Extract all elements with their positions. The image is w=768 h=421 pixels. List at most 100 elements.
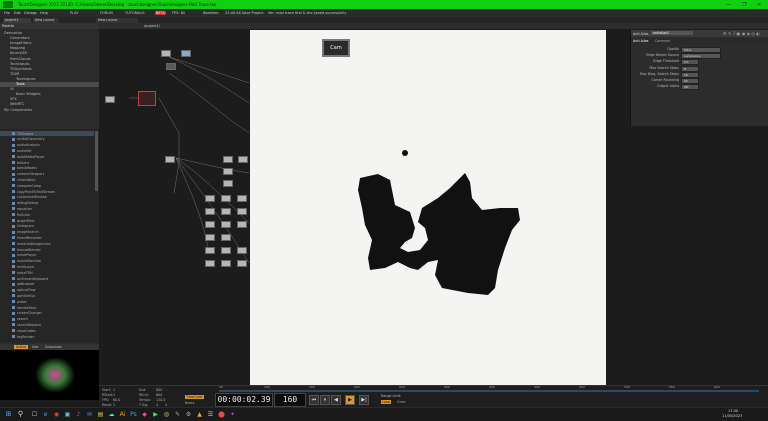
param-op-name[interactable]: antialias1 [651,31,693,35]
op-node[interactable] [223,168,233,175]
op-node[interactable] [238,156,248,163]
beats-toggle[interactable]: Beats [185,401,194,405]
op-list-item[interactable]: particleSys [0,293,94,298]
op-list-item[interactable]: opticalFlow [0,288,94,293]
op-list-item[interactable]: screenChanger [0,311,94,316]
op-node[interactable] [166,63,176,70]
op-list-item[interactable]: remoteFace [0,305,94,310]
param-value-field[interactable]: Luminance [681,53,721,60]
op-node[interactable] [205,195,215,202]
timecode-mode-toggle[interactable]: TimeCode [185,395,204,399]
op-list-item[interactable]: opBrowser [0,282,94,287]
param-tab-common[interactable]: Common [655,39,670,43]
op-list-item[interactable]: cameraViewport [0,172,94,177]
op-list-item[interactable]: debugDebug [0,201,94,206]
op-node[interactable] [205,208,215,215]
op-node[interactable] [237,247,247,254]
menu-beta[interactable]: BETA [155,11,166,15]
op-list-item[interactable]: arcBallGeometry [0,137,94,142]
taskbar-app-icon[interactable]: ♪ [74,410,83,419]
network-path[interactable]: /project1/ [144,24,160,28]
param-tab-antialias[interactable]: Anti Alias [633,39,648,43]
op-list-item[interactable]: tagRender [0,334,94,339]
op-list-item[interactable]: search [0,317,94,322]
op-node[interactable] [221,247,231,254]
op-list-item[interactable]: blendModes [0,166,94,171]
op-node[interactable] [221,208,231,215]
op-list-item[interactable]: TDScopes [0,131,94,136]
param-value-field[interactable]: 25 [681,78,699,84]
taskbar-app-icon[interactable]: ✦ [228,410,237,419]
op-list-item[interactable]: searchReplace [0,322,94,327]
menu-file[interactable]: File [4,11,10,15]
preview-tab-info[interactable]: Info [32,345,38,349]
preview-tab-active[interactable]: Active [14,345,29,349]
taskbar-app-icon[interactable]: Ai [118,410,127,419]
taskbar-app-icon[interactable]: ▲ [195,410,204,419]
op-node[interactable] [237,260,247,267]
once-toggle[interactable]: Once [397,400,406,404]
op-list-item[interactable]: noiseTRN [0,270,94,275]
op-node[interactable] [221,221,231,228]
op-node[interactable] [237,195,247,202]
op-list-item[interactable]: showCodes [0,328,94,333]
timeline-info-field[interactable]: 600 [156,388,162,392]
play-button[interactable]: ▶ [345,395,355,405]
timeline-info-field[interactable]: 120.0 [156,398,165,402]
op-list-item[interactable]: equalizer [0,206,94,211]
sidebar-item[interactable]: My Components [0,108,103,113]
menu-dialogs[interactable]: Dialogs [24,11,37,15]
op-node[interactable] [221,195,231,202]
op-list-item[interactable]: movePlayer [0,253,94,258]
op-list-item[interactable]: materialDesignIcons [0,241,94,246]
op-node[interactable] [105,96,115,103]
op-list-item[interactable]: autoMediaPlayer [0,154,94,159]
taskbar-app-icon[interactable]: ✉ [85,410,94,419]
op-list-item[interactable]: fixScale [0,212,94,217]
op-node-selected[interactable] [138,91,156,106]
taskbar-app-icon[interactable]: ▣ [63,410,72,419]
network-editor[interactable] [99,23,250,385]
param-value-field[interactable]: 16 [681,71,699,78]
step-back-button[interactable]: ◀ [331,395,341,405]
op-node[interactable] [221,234,231,241]
op-list-scrollbar[interactable] [95,131,98,191]
taskbar-app-icon[interactable]: ◆ [140,410,149,419]
timeline-info-field[interactable]: 60.0 [113,398,120,402]
timeline-info-field[interactable]: 600 [156,393,162,397]
param-value-field[interactable]: 8 [681,65,699,72]
step-forward-button[interactable]: ▶| [359,395,369,405]
op-node[interactable] [205,260,215,267]
back-to-start-button[interactable]: ⏮ [309,395,319,405]
op-list-item[interactable]: customizeWindow [0,195,94,200]
taskbar-app-icon[interactable]: ☁ [107,410,116,419]
param-value-field[interactable]: 0.1 [681,59,699,66]
op-node[interactable] [165,156,175,163]
param-value-field[interactable]: Ultra [681,47,721,53]
clock-time[interactable]: 17:40 [728,409,738,413]
taskbar-app-icon[interactable]: ▶ [151,410,160,419]
taskbar-app-icon[interactable]: ⬤ [217,410,226,419]
op-list-item[interactable]: kinectRecorder [0,235,94,240]
timeline-range-bar[interactable] [219,390,759,392]
maximize-button[interactable]: ❐ [742,2,746,8]
op-node[interactable] [223,180,233,187]
op-list-item[interactable]: onScreenKeyboard [0,276,94,281]
op-list-item[interactable]: audioAnalysis [0,143,94,148]
op-list-item[interactable]: multiLayer [0,264,94,269]
op-list-item[interactable]: compareComp [0,183,94,188]
menu-play[interactable]: PLAY [70,11,78,15]
op-list-item[interactable]: mouseBlender [0,247,94,252]
taskbar-app-icon[interactable]: ◎ [162,410,171,419]
op-list-item[interactable]: movieMachine [0,259,94,264]
op-node[interactable] [223,156,233,163]
taskbar-app-icon[interactable]: ☐ [30,410,39,419]
op-list-item[interactable]: histogram [0,224,94,229]
taskbar-app-icon[interactable]: ▤ [96,410,105,419]
op-list-item[interactable]: probe [0,299,94,304]
op-node[interactable] [205,221,215,228]
taskbar-app-icon[interactable]: ☰ [206,410,215,419]
taskbar-app-icon[interactable]: ✎ [173,410,182,419]
op-list-item[interactable]: bitSens [0,160,94,165]
minimize-button[interactable]: — [726,2,731,8]
